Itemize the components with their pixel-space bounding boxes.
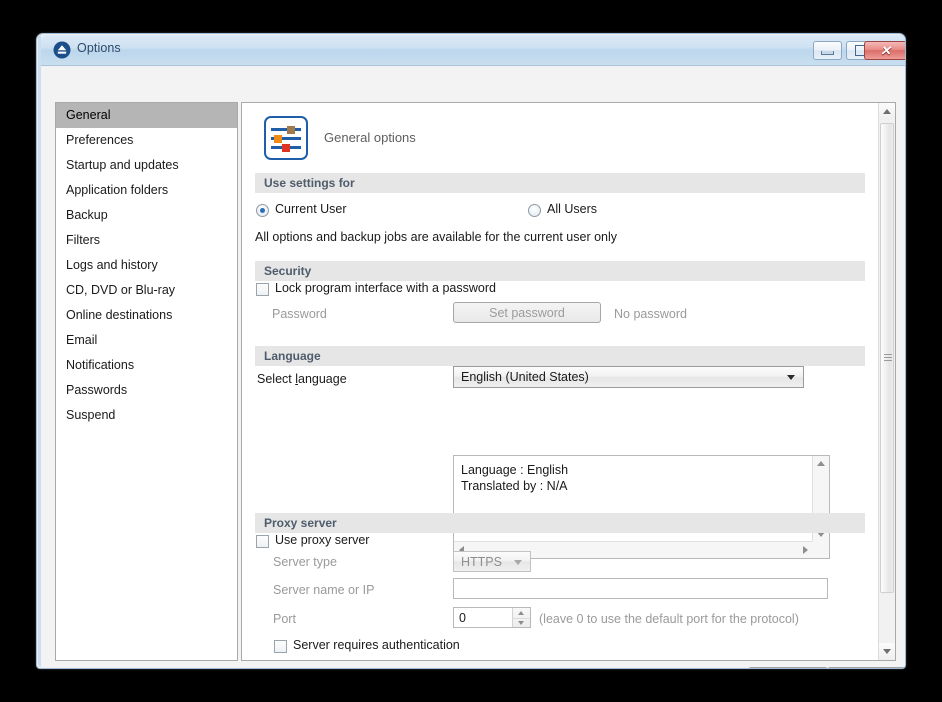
chevron-down-icon [787, 375, 795, 380]
language-info-box: Language : English Translated by : N/A [453, 455, 830, 559]
server-name-label: Server name or IP [273, 583, 375, 597]
scroll-right-icon[interactable] [803, 546, 808, 554]
server-type-label: Server type [273, 555, 337, 569]
select-language-label: Select language [257, 372, 347, 386]
sidebar-item-backup[interactable]: Backup [56, 203, 237, 228]
page-header: General options [264, 116, 664, 168]
section-header-language: Language [255, 346, 865, 366]
port-label: Port [273, 612, 296, 626]
sidebar-item-email[interactable]: Email [56, 328, 237, 353]
content-vertical-scrollbar[interactable] [878, 103, 895, 660]
minimize-icon [814, 42, 841, 59]
checkbox-use-proxy-server-label: Use proxy server [275, 533, 370, 547]
settings-content-panel: General options Use settings for Current… [241, 102, 896, 661]
minimize-button[interactable] [813, 41, 842, 60]
section-header-security: Security [255, 261, 865, 281]
scrollbar-corner [813, 542, 829, 558]
radio-all-users[interactable] [528, 204, 541, 217]
window-title: Options [77, 41, 121, 55]
scrollbar-up-button[interactable] [879, 103, 895, 120]
settings-scroll-content: General options Use settings for Current… [242, 103, 878, 660]
sidebar-item-filters[interactable]: Filters [56, 228, 237, 253]
sidebar-item-startup-and-updates[interactable]: Startup and updates [56, 153, 237, 178]
port-hint-text: (leave 0 to use the default port for the… [539, 612, 799, 626]
scroll-up-icon[interactable] [817, 461, 825, 466]
sidebar-item-general[interactable]: General [56, 103, 237, 128]
sidebar-item-cd-dvd-or-bluray[interactable]: CD, DVD or Blu-ray [56, 278, 237, 303]
port-spinner-down[interactable] [513, 619, 530, 629]
section-header-use-settings-for: Use settings for [255, 173, 865, 193]
language-info-line-2: Translated by : N/A [461, 479, 568, 493]
page-title: General options [324, 130, 416, 145]
section-header-proxy-server: Proxy server [255, 513, 865, 533]
checkbox-lock-program-interface[interactable] [256, 283, 269, 296]
port-value: 0 [459, 611, 466, 625]
title-bar[interactable]: Options ✕ [41, 35, 905, 66]
server-type-value: HTTPS [461, 555, 502, 569]
port-spinner-up[interactable] [513, 608, 530, 619]
sidebar-item-preferences[interactable]: Preferences [56, 128, 237, 153]
close-icon: ✕ [880, 43, 891, 58]
close-button[interactable]: ✕ [864, 41, 905, 60]
language-select-value: English (United States) [461, 370, 589, 384]
sidebar-item-online-destinations[interactable]: Online destinations [56, 303, 237, 328]
radio-all-users-label: All Users [547, 202, 598, 216]
language-select-dropdown[interactable]: English (United States) [453, 366, 804, 388]
sidebar-item-logs-and-history[interactable]: Logs and history [56, 253, 237, 278]
dialog-inner-frame: Options ✕ General Preferences Startup an… [38, 35, 905, 668]
scrollbar-thumb[interactable] [880, 123, 894, 593]
password-status-text: No password [614, 307, 687, 321]
sidebar-item-suspend[interactable]: Suspend [56, 403, 237, 428]
checkbox-lock-program-interface-label: Lock program interface with a password [275, 281, 496, 295]
settings-category-list[interactable]: General Preferences Startup and updates … [55, 102, 238, 661]
server-name-input[interactable] [453, 578, 828, 599]
sidebar-item-application-folders[interactable]: Application folders [56, 178, 237, 203]
checkbox-use-proxy-server[interactable] [256, 535, 269, 548]
checkbox-server-requires-authentication[interactable] [274, 640, 287, 653]
set-password-button[interactable]: Set password [453, 302, 601, 323]
radio-current-user[interactable] [256, 204, 269, 217]
scrollbar-down-button[interactable] [879, 643, 895, 660]
port-spinner[interactable]: 0 [453, 607, 531, 628]
chevron-down-icon [514, 559, 522, 565]
language-info-line-1: Language : English [461, 463, 569, 477]
cancel-button[interactable]: Cancel [827, 667, 905, 668]
language-info-lines: Language : English Translated by : N/A [461, 462, 568, 494]
port-spinner-buttons[interactable] [512, 608, 530, 627]
password-label: Password [272, 307, 327, 321]
radio-current-user-label: Current User [275, 202, 347, 216]
dialog-body: General Preferences Startup and updates … [41, 66, 905, 668]
ok-button[interactable]: OK [748, 667, 828, 668]
server-type-dropdown[interactable]: HTTPS [453, 551, 531, 572]
app-eject-circle-icon [53, 41, 71, 59]
options-dialog-window: Options ✕ General Preferences Startup an… [36, 33, 906, 669]
checkbox-server-requires-authentication-label: Server requires authentication [293, 638, 460, 652]
sliders-settings-icon [264, 116, 308, 160]
scrollbar-grip-icon [884, 354, 892, 362]
sidebar-item-passwords[interactable]: Passwords [56, 378, 237, 403]
sidebar-item-notifications[interactable]: Notifications [56, 353, 237, 378]
use-settings-description: All options and backup jobs are availabl… [255, 230, 618, 244]
